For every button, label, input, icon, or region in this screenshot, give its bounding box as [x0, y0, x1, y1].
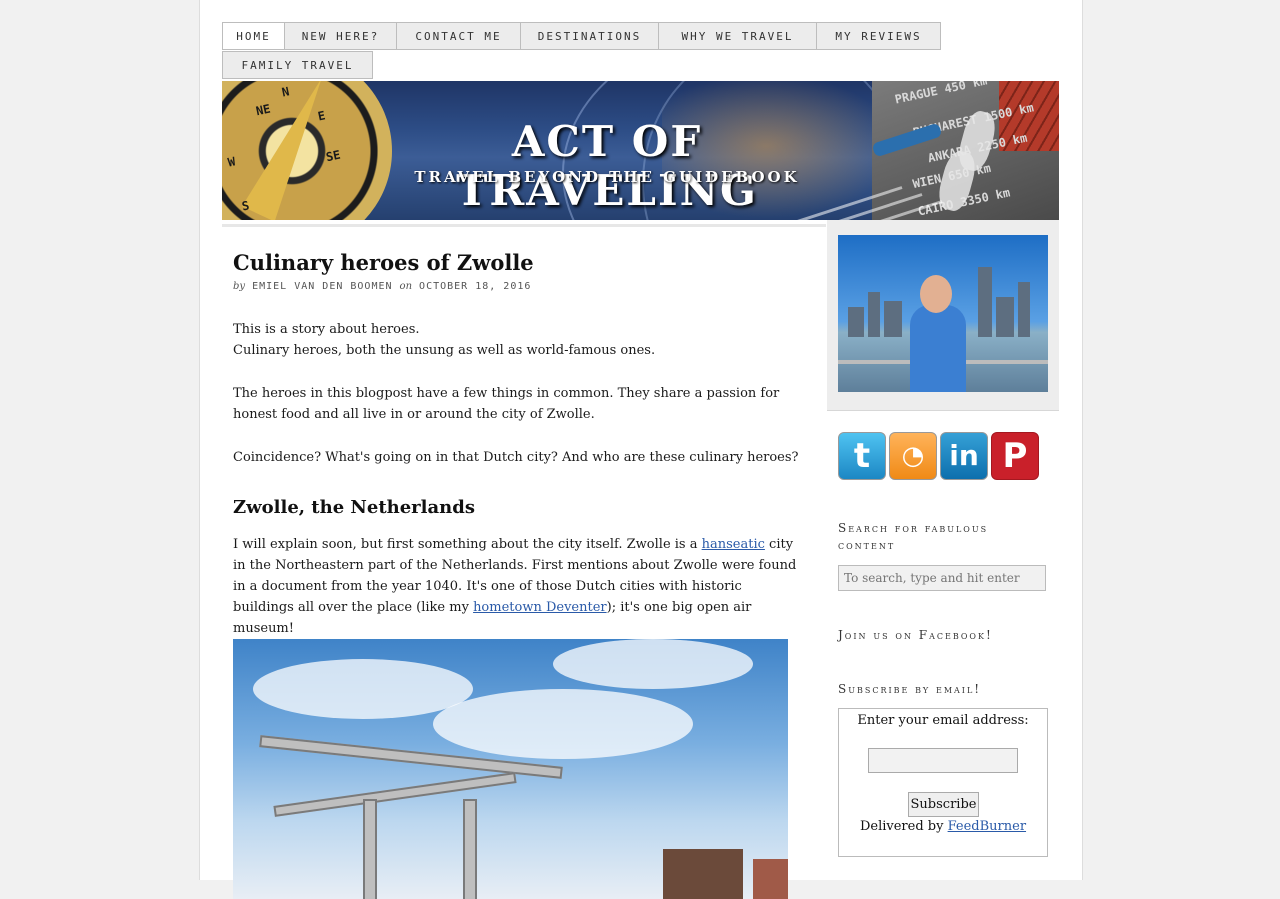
header-banner[interactable]: PRAGUE 450 km BUCHAREST 1500 km ANKARA 2… — [222, 81, 1059, 220]
subscribe-button[interactable]: Subscribe — [908, 792, 979, 817]
skyline-graphic — [1018, 282, 1030, 337]
byline-on: on — [399, 281, 413, 292]
post-paragraph: This is a story about heroes. Culinary h… — [233, 319, 803, 361]
post-date: October 18, 2016 — [419, 281, 532, 292]
skyline-graphic — [978, 267, 992, 337]
hanseatic-link[interactable]: hanseatic — [702, 537, 765, 552]
linkedin-icon[interactable]: in — [940, 432, 988, 480]
person-graphic — [910, 305, 966, 392]
skyline-graphic — [996, 297, 1014, 337]
site-tagline: TRAVEL BEYOND THE GUIDEBOOK — [414, 168, 800, 186]
nav-tab-family-travel[interactable]: Family travel — [222, 51, 373, 79]
nav-tab-contact-me[interactable]: Contact me — [396, 22, 521, 50]
house-graphic — [753, 859, 788, 899]
nav-tab-home[interactable]: Home — [222, 22, 285, 50]
facebook-widget-title: Join us on Facebook! — [838, 628, 993, 642]
text-segment: I will explain soon, but first something… — [233, 537, 702, 552]
person-head-graphic — [920, 275, 952, 313]
cloud-graphic — [253, 659, 473, 719]
page: Home New here? Contact me Destinations W… — [199, 0, 1083, 899]
post-paragraph: Coincidence? What's going on in that Dut… — [233, 447, 803, 468]
post-paragraph-text: I will explain soon, but first something… — [233, 534, 803, 639]
post-subheading: Zwolle, the Netherlands — [233, 497, 475, 518]
rss-icon[interactable]: ◔ — [889, 432, 937, 480]
nav-tab-destinations[interactable]: Destinations — [520, 22, 659, 50]
post-paragraph-line: This is a story about heroes. — [233, 322, 420, 337]
nav-tab-why-we-travel[interactable]: Why we travel — [658, 22, 817, 50]
search-input[interactable] — [838, 565, 1046, 591]
compass-letter: NE — [254, 101, 272, 119]
post-photo-zwolle-bridge[interactable] — [233, 639, 788, 899]
skyline-graphic — [848, 307, 864, 337]
nav-tab-my-reviews[interactable]: My reviews — [816, 22, 941, 50]
byline-by: by — [233, 281, 246, 292]
post-paragraph: I will explain soon, but first something… — [233, 534, 803, 639]
cloud-graphic — [433, 689, 693, 759]
pinterest-icon[interactable]: P — [991, 432, 1039, 480]
twitter-icon[interactable]: t — [838, 432, 886, 480]
content-divider — [222, 224, 826, 227]
post-paragraph-text: Coincidence? What's going on in that Dut… — [233, 450, 799, 465]
compass-letter: SE — [324, 147, 342, 165]
post-byline: by Emiel van den Boomen on October 18, 2… — [233, 281, 803, 292]
drawbridge-post — [363, 799, 377, 899]
post-paragraph-line: Culinary heroes, both the unsung as well… — [233, 343, 656, 358]
house-graphic — [663, 849, 743, 899]
profile-panel — [827, 220, 1059, 411]
email-label: Enter your email address: — [857, 713, 1029, 728]
hometown-deventer-link[interactable]: hometown Deventer — [473, 600, 607, 615]
post-author-link[interactable]: Emiel van den Boomen — [252, 281, 392, 292]
subscribe-form: Enter your email address: Subscribe Deli… — [838, 708, 1048, 857]
nav-tab-new-here[interactable]: New here? — [284, 22, 397, 50]
skyline-graphic — [868, 292, 880, 337]
skyline-graphic — [884, 301, 902, 337]
sidebar: t ◔ in P Search for fabulous content Joi… — [827, 220, 1059, 880]
delivered-by: Delivered by FeedBurner — [839, 819, 1047, 834]
drawbridge-beam — [273, 772, 517, 817]
email-field[interactable] — [868, 748, 1018, 773]
drawbridge-post — [463, 799, 477, 899]
subscribe-widget-title: Subscribe by email! — [838, 682, 982, 696]
post-title[interactable]: Culinary heroes of Zwolle — [233, 250, 803, 275]
cloud-graphic — [553, 639, 753, 689]
post-paragraph: The heroes in this blogpost have a few t… — [233, 383, 803, 425]
post-paragraph-text: The heroes in this blogpost have a few t… — [233, 386, 780, 422]
profile-photo[interactable] — [838, 235, 1048, 392]
blog-post: Culinary heroes of Zwolle by Emiel van d… — [233, 250, 803, 899]
feedburner-link[interactable]: FeedBurner — [948, 819, 1026, 834]
delivered-by-text: Delivered by — [859, 819, 948, 834]
search-widget-title: Search for fabulous content — [838, 521, 989, 552]
site-title[interactable]: ACT OF TRAVELING — [377, 117, 837, 215]
